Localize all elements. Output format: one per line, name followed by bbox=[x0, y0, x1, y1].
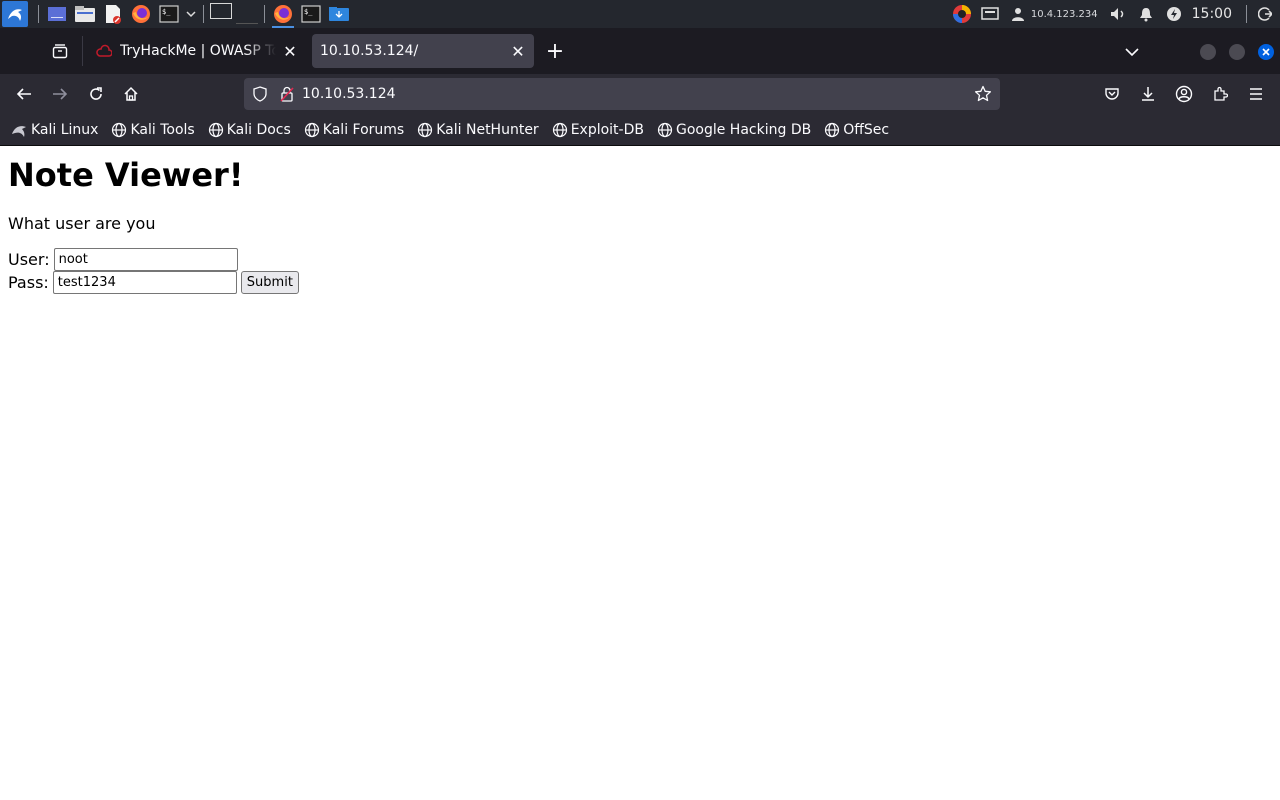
bookmark-exploit-db[interactable]: Exploit-DB bbox=[552, 122, 644, 138]
logout-icon[interactable] bbox=[1254, 3, 1276, 25]
globe-icon bbox=[657, 122, 673, 137]
browser-tab-strip: TryHackMe | OWASP Top 10 - 2021 ✕ 10.10.… bbox=[0, 28, 1280, 74]
color-picker-icon[interactable] bbox=[951, 3, 973, 25]
tab-active-page[interactable]: 10.10.53.124/ ✕ bbox=[312, 34, 534, 68]
bookmark-label: Kali Forums bbox=[322, 121, 405, 138]
downloads-icon[interactable] bbox=[1134, 80, 1162, 108]
page-title: Note Viewer! bbox=[8, 156, 244, 194]
close-tab-icon[interactable]: ✕ bbox=[510, 42, 526, 61]
bookmark-kali-forums[interactable]: Kali Forums bbox=[304, 122, 404, 138]
pass-label: Pass: bbox=[8, 273, 49, 292]
globe-icon bbox=[112, 122, 127, 137]
tab-tryhackme[interactable]: TryHackMe | OWASP Top 10 - 2021 ✕ bbox=[88, 34, 306, 68]
navigation-toolbar: 10.10.53.124 bbox=[0, 74, 1280, 114]
new-tab-button[interactable]: + bbox=[542, 38, 568, 64]
extensions-icon[interactable] bbox=[1206, 80, 1234, 108]
clock[interactable]: 15:00 bbox=[1192, 6, 1232, 22]
tab-title: 10.10.53.124/ bbox=[320, 43, 419, 59]
kali-dragon-icon bbox=[12, 125, 26, 137]
desktop-icon[interactable] bbox=[46, 3, 68, 25]
firefox-window-icon[interactable] bbox=[272, 2, 294, 28]
bookmark-offsec[interactable]: OffSec bbox=[824, 122, 889, 138]
user-input[interactable] bbox=[53, 248, 238, 271]
globe-icon bbox=[825, 122, 840, 137]
close-window-button[interactable] bbox=[1258, 44, 1274, 60]
submit-button[interactable]: Submit bbox=[240, 271, 299, 294]
tryhackme-favicon-icon bbox=[96, 43, 112, 59]
panel-separator bbox=[203, 5, 204, 23]
firefox-launcher-icon[interactable] bbox=[130, 3, 152, 25]
bookmark-kali-nethunter[interactable]: Kali NetHunter bbox=[417, 121, 539, 138]
close-tab-icon[interactable]: ✕ bbox=[282, 42, 298, 61]
svg-text:$_: $_ bbox=[304, 8, 313, 16]
forward-button[interactable] bbox=[46, 80, 74, 108]
user-label: User: bbox=[8, 250, 50, 269]
tab-title: TryHackMe | OWASP Top 10 - 2021 bbox=[120, 43, 276, 59]
svg-text:$_: $_ bbox=[162, 8, 171, 16]
network-user-icon[interactable] bbox=[1007, 3, 1029, 25]
display-icon[interactable] bbox=[979, 3, 1001, 25]
bookmark-label: Google Hacking DB bbox=[675, 121, 812, 138]
bookmarks-toolbar: Kali Linux Kali Tools Kali Docs Kali For… bbox=[0, 114, 1280, 146]
url-text[interactable]: 10.10.53.124 bbox=[302, 86, 396, 102]
bookmark-kali-linux[interactable]: Kali Linux bbox=[10, 122, 98, 138]
globe-icon bbox=[418, 122, 433, 137]
firefox-view-button[interactable] bbox=[42, 33, 78, 69]
pocket-icon[interactable] bbox=[1098, 80, 1126, 108]
bookmark-label: Kali NetHunter bbox=[436, 121, 539, 138]
tab-separator bbox=[82, 36, 83, 66]
panel-separator bbox=[38, 5, 39, 23]
bookmark-google-hacking-db[interactable]: Google Hacking DB bbox=[657, 122, 811, 138]
tracking-protection-shield-icon[interactable] bbox=[252, 86, 268, 102]
page-subtitle: What user are you bbox=[8, 214, 156, 233]
globe-icon bbox=[552, 122, 567, 137]
bookmark-kali-tools[interactable]: Kali Tools bbox=[111, 121, 195, 138]
bookmark-label: OffSec bbox=[843, 121, 890, 138]
bookmark-label: Kali Linux bbox=[31, 121, 99, 138]
downloads-folder-icon[interactable] bbox=[328, 3, 350, 25]
web-page-content: Note Viewer! What user are you User: Pas… bbox=[0, 147, 1280, 800]
insecure-lock-icon[interactable] bbox=[280, 86, 294, 102]
text-editor-icon[interactable] bbox=[102, 3, 124, 25]
globe-icon bbox=[304, 122, 319, 137]
file-manager-icon[interactable] bbox=[74, 3, 96, 25]
panel-separator bbox=[264, 5, 265, 23]
bookmark-star-icon[interactable] bbox=[974, 85, 992, 103]
bookmark-label: Kali Docs bbox=[226, 121, 291, 138]
bookmark-label: Exploit-DB bbox=[570, 121, 644, 138]
user-row: User: bbox=[8, 248, 238, 271]
workspace-1[interactable] bbox=[210, 3, 232, 19]
globe-icon bbox=[208, 122, 223, 137]
bookmark-kali-docs[interactable]: Kali Docs bbox=[208, 122, 291, 138]
ip-address: 10.4.123.234 bbox=[1030, 8, 1098, 20]
panel-separator bbox=[1246, 5, 1247, 23]
pass-input[interactable] bbox=[52, 271, 237, 294]
address-bar[interactable]: 10.10.53.124 bbox=[244, 78, 1000, 110]
power-status-icon[interactable] bbox=[1163, 3, 1185, 25]
volume-icon[interactable] bbox=[1107, 3, 1129, 25]
minimize-button[interactable] bbox=[1200, 44, 1216, 60]
home-button[interactable] bbox=[117, 80, 145, 108]
terminal-launcher-icon[interactable]: $_ bbox=[158, 3, 180, 25]
back-button[interactable] bbox=[10, 80, 38, 108]
kali-menu-icon[interactable] bbox=[2, 1, 28, 27]
hamburger-menu-icon[interactable] bbox=[1242, 80, 1270, 108]
bookmark-label: Kali Tools bbox=[130, 121, 195, 138]
list-all-tabs-chevron-icon[interactable] bbox=[1120, 40, 1144, 64]
maximize-button[interactable] bbox=[1229, 44, 1245, 60]
workspace-2[interactable] bbox=[236, 5, 258, 24]
os-top-panel: $_ $_ 10.4.123.234 15:00 bbox=[0, 0, 1280, 28]
terminal-window-icon[interactable]: $_ bbox=[300, 3, 322, 25]
notifications-bell-icon[interactable] bbox=[1135, 3, 1157, 25]
account-icon[interactable] bbox=[1170, 80, 1198, 108]
reload-button[interactable] bbox=[82, 80, 110, 108]
pass-row: Pass: Submit bbox=[8, 271, 299, 294]
chevron-down-icon[interactable] bbox=[185, 3, 197, 25]
